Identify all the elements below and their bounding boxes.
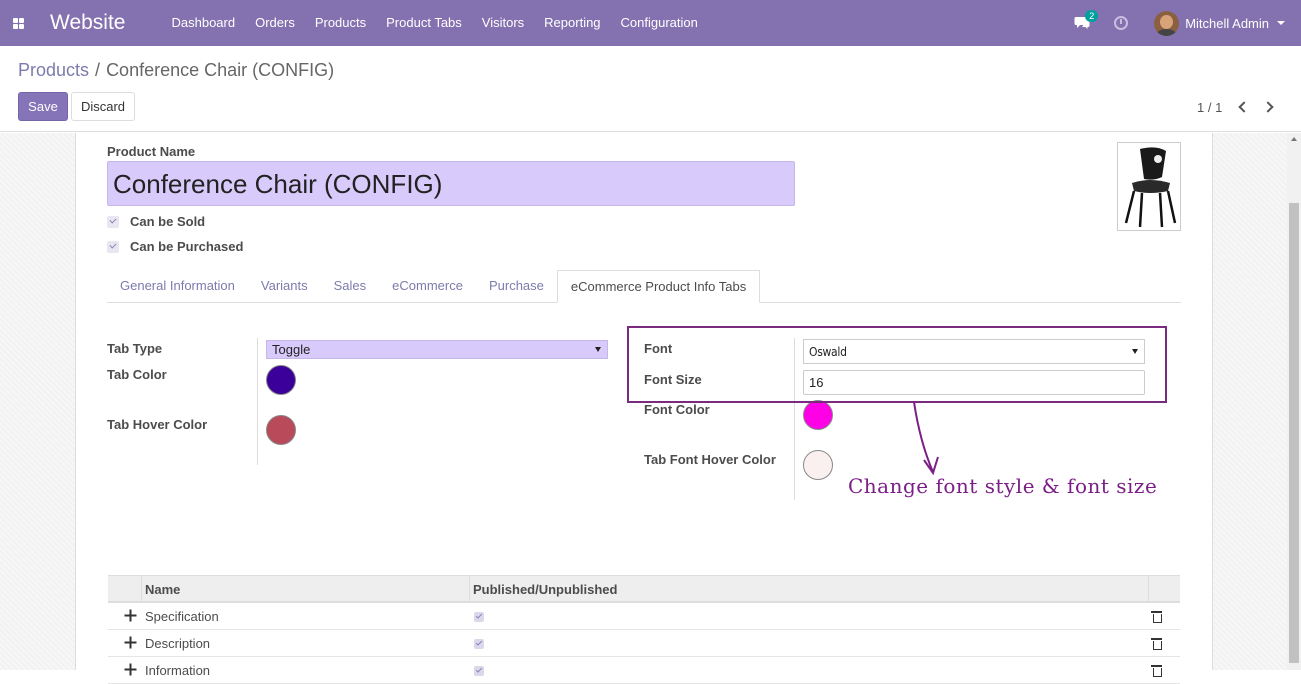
- can-be-sold-checkbox[interactable]: [107, 215, 119, 228]
- column-header-published[interactable]: Published/Unpublished: [473, 576, 617, 603]
- font-color-swatch[interactable]: [803, 400, 833, 430]
- published-checkbox[interactable]: [474, 666, 484, 676]
- pager-previous-icon[interactable]: [1237, 100, 1250, 114]
- user-name[interactable]: Mitchell Admin: [1185, 16, 1269, 31]
- tab-type-label: Tab Type: [107, 341, 163, 356]
- discard-button[interactable]: Discard: [71, 92, 135, 121]
- tab-hover-color-swatch[interactable]: [266, 415, 296, 445]
- menu-item-configuration[interactable]: Configuration: [611, 0, 708, 46]
- product-name-input[interactable]: Conference Chair (CONFIG): [107, 161, 795, 206]
- column-header-name[interactable]: Name: [145, 576, 180, 603]
- table-row[interactable]: Specification: [108, 603, 1180, 630]
- tab-color-swatch[interactable]: [266, 365, 296, 395]
- tab-type-dropdown-icon[interactable]: [595, 347, 601, 352]
- delete-row-icon[interactable]: [1151, 611, 1162, 623]
- tab-ecommerce-product-info-tabs[interactable]: eCommerce Product Info Tabs: [556, 270, 761, 303]
- breadcrumb-separator: /: [95, 60, 101, 80]
- chat-icon[interactable]: 2: [1074, 10, 1099, 30]
- tab-ecommerce[interactable]: eCommerce: [379, 270, 476, 302]
- product-name-label: Product Name: [107, 144, 196, 159]
- breadcrumb-products-link[interactable]: Products: [18, 60, 89, 80]
- can-be-sold-row: Can be Sold: [107, 214, 205, 229]
- left-group-divider: [257, 338, 258, 465]
- pager-next-icon[interactable]: [1262, 100, 1274, 114]
- delete-row-icon[interactable]: [1151, 638, 1162, 650]
- activity-clock-icon[interactable]: [1114, 16, 1129, 30]
- chat-badge: 2: [1085, 10, 1099, 22]
- tab-purchase[interactable]: Purchase: [476, 270, 557, 302]
- delete-row-icon[interactable]: [1151, 665, 1162, 677]
- tab-color-label: Tab Color: [107, 367, 167, 382]
- form-tabs: General Information Variants Sales eComm…: [107, 270, 1181, 303]
- tab-type-value: Toggle: [272, 342, 311, 357]
- main-menu: Dashboard Orders Products Product Tabs V…: [161, 0, 707, 46]
- tab-general-information[interactable]: General Information: [107, 270, 248, 302]
- menu-item-product-tabs[interactable]: Product Tabs: [376, 0, 472, 46]
- drag-handle-icon[interactable]: [125, 610, 136, 621]
- menu-item-visitors[interactable]: Visitors: [472, 0, 534, 46]
- table-row[interactable]: Description: [108, 630, 1180, 657]
- can-be-purchased-checkbox[interactable]: [107, 240, 119, 253]
- menu-item-dashboard[interactable]: Dashboard: [161, 0, 245, 46]
- user-menu-caret-icon[interactable]: [1277, 21, 1285, 25]
- drag-handle-icon[interactable]: [125, 637, 136, 648]
- annotation-arrow-icon: [913, 402, 939, 476]
- apps-menu-icon[interactable]: [0, 0, 36, 46]
- tab-type-select[interactable]: Toggle: [266, 340, 608, 359]
- table-header: Name Published/Unpublished: [108, 575, 1180, 603]
- menu-item-orders[interactable]: Orders: [245, 0, 305, 46]
- row-name[interactable]: Specification: [145, 603, 219, 630]
- tab-sales[interactable]: Sales: [321, 270, 380, 302]
- published-checkbox[interactable]: [474, 639, 484, 649]
- control-panel: Products / Conference Chair (CONFIG) Save …: [0, 46, 1301, 132]
- menu-item-products[interactable]: Products: [305, 0, 376, 46]
- tab-font-hover-color-label: Tab Font Hover Color: [644, 452, 776, 467]
- page-scrollbar[interactable]: [1287, 133, 1301, 670]
- pager-value: 1 / 1: [1197, 100, 1223, 115]
- tab-variants[interactable]: Variants: [248, 270, 321, 302]
- can-be-sold-label[interactable]: Can be Sold: [130, 214, 205, 229]
- scrollbar-thumb[interactable]: [1289, 203, 1299, 663]
- chair-image-icon: [1124, 147, 1177, 228]
- annotation-text: Change font style & font size: [848, 474, 1158, 498]
- font-color-label: Font Color: [644, 402, 710, 417]
- tab-font-hover-color-swatch[interactable]: [803, 450, 833, 480]
- top-navbar: Website Dashboard Orders Products Produc…: [0, 0, 1301, 46]
- can-be-purchased-label[interactable]: Can be Purchased: [130, 239, 243, 254]
- user-avatar[interactable]: [1154, 10, 1180, 36]
- menu-item-reporting[interactable]: Reporting: [534, 0, 610, 46]
- table-row[interactable]: Information: [108, 657, 1180, 684]
- can-be-purchased-row: Can be Purchased: [107, 239, 243, 254]
- navbar-right: 2 Mitchell Admin: [1074, 0, 1301, 46]
- row-name[interactable]: Information: [145, 657, 210, 684]
- app-brand[interactable]: Website: [50, 11, 125, 35]
- breadcrumb-current: Conference Chair (CONFIG): [106, 60, 335, 80]
- product-tabs-table: Name Published/Unpublished Specification…: [108, 575, 1180, 684]
- scroll-up-icon[interactable]: [1291, 137, 1297, 141]
- save-button[interactable]: Save: [18, 92, 68, 121]
- published-checkbox[interactable]: [474, 612, 484, 622]
- annotation-highlight-box: [627, 326, 1167, 403]
- product-image[interactable]: [1117, 142, 1181, 231]
- tab-hover-color-label: Tab Hover Color: [107, 417, 208, 432]
- row-name[interactable]: Description: [145, 630, 210, 657]
- breadcrumb: Products / Conference Chair (CONFIG): [18, 60, 334, 81]
